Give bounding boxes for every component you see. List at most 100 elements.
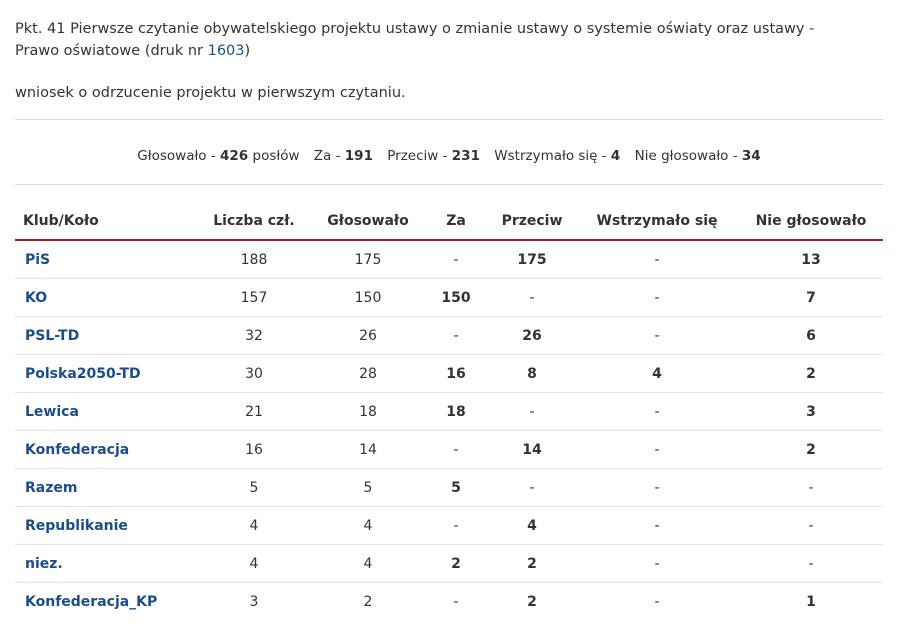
members-count: 32 — [195, 316, 313, 355]
za-count: - — [453, 593, 459, 610]
members-count: 30 — [195, 354, 313, 393]
club-name[interactable]: Konfederacja_KP — [15, 583, 195, 621]
za-count: - — [423, 316, 489, 355]
wstrzymalo-count: - — [575, 392, 739, 431]
divider — [15, 184, 883, 185]
club-name[interactable]: PiS — [15, 240, 195, 279]
za-count: 18 — [423, 392, 489, 431]
przeciw-count: 2 — [489, 544, 575, 583]
members-count: 16 — [195, 430, 313, 469]
wstrzymalo-count: - — [654, 593, 660, 610]
table-row: Polska2050-TD 30 28 16 8 4 2 — [15, 354, 883, 393]
za-count: - — [423, 430, 489, 469]
nie-glosowalo-count: 3 — [739, 392, 883, 431]
table-header-row: Klub/Koło Liczba czł. Głosowało Za Przec… — [15, 203, 883, 241]
col-header-za[interactable]: Za — [423, 203, 489, 241]
table-row: niez. 4 4 2 2- - — [15, 544, 883, 583]
nie-glosowalo-count: 2 — [739, 430, 883, 469]
table-row: PiS 188 175-175-13 — [15, 240, 883, 279]
agenda-item-title: Pkt. 41 Pierwsze czytanie obywatelskiego… — [15, 18, 835, 62]
club-name[interactable]: Republikanie — [15, 506, 195, 545]
table-row: KO 157 150 150- -7 — [15, 278, 883, 317]
table-row: PSL-TD 32 26-26-6 — [15, 316, 883, 355]
nie-glosowalo-count: - — [739, 506, 883, 545]
col-header-przeciw[interactable]: Przeciw — [489, 203, 575, 241]
club-results-table: Klub/Koło Liczba czł. Głosowało Za Przec… — [15, 203, 883, 620]
przeciw-count: - — [489, 468, 575, 507]
table-row: Konfederacja 16 14-14-2 — [15, 430, 883, 469]
wstrzymalo-count: 4 — [575, 354, 739, 393]
voted-count: 5 — [313, 468, 423, 507]
druk-link[interactable]: 1603 — [208, 43, 245, 59]
members-count: 157 — [195, 278, 313, 317]
table-row: Lewica 21 18 18- -3 — [15, 392, 883, 431]
nie-glosowalo-count: 2 — [739, 354, 883, 393]
members-count: 5 — [195, 468, 313, 507]
voted-count: 150 — [313, 278, 423, 317]
club-name[interactable]: Razem — [15, 468, 195, 507]
wstrzymalo-count: - — [575, 506, 739, 545]
nie-glosowalo-count: 1 — [806, 593, 816, 610]
wstrzymalo-count: - — [575, 316, 739, 355]
przeciw-count: 14 — [489, 430, 575, 469]
vote-summary: Głosowało - 426 posłów Za - 191 Przeciw … — [15, 148, 883, 168]
wstrzymalo-count: - — [575, 278, 739, 317]
col-header-club[interactable]: Klub/Koło — [15, 203, 195, 241]
club-name[interactable]: niez. — [15, 544, 195, 583]
agenda-item-title-suffix: ) — [244, 43, 251, 59]
nie-glosowalo-count: - — [739, 544, 883, 583]
nie-glosowalo-count: 7 — [739, 278, 883, 317]
summary-wstrzymalo: Wstrzymało się - 4 — [494, 148, 621, 164]
nie-glosowalo-count: - — [739, 468, 883, 507]
voted-count: 28 — [313, 354, 423, 393]
table-row: Republikanie 4 4-4- - — [15, 506, 883, 545]
przeciw-count: 26 — [489, 316, 575, 355]
members-count: 4 — [195, 544, 313, 583]
wstrzymalo-count: - — [575, 240, 739, 279]
summary-za: Za - 191 — [313, 148, 373, 164]
przeciw-count: - — [489, 392, 575, 431]
members-count: 4 — [195, 506, 313, 545]
za-count: - — [423, 506, 489, 545]
voted-count: 18 — [313, 392, 423, 431]
club-name[interactable]: Konfederacja — [15, 430, 195, 469]
members-count: 3 — [249, 593, 259, 610]
voted-count: 4 — [313, 544, 423, 583]
summary-voted: Głosowało - 426 posłów — [137, 148, 300, 164]
wstrzymalo-count: - — [575, 468, 739, 507]
wstrzymalo-count: - — [575, 544, 739, 583]
voted-count: 14 — [313, 430, 423, 469]
col-header-wstrzymalo[interactable]: Wstrzymało się — [575, 203, 739, 241]
motion-text: wniosek o odrzucenie projektu w pierwszy… — [15, 85, 406, 101]
voting-result-page: Pkt. 41 Pierwsze czytanie obywatelskiego… — [15, 0, 883, 620]
przeciw-count: 8 — [489, 354, 575, 393]
summary-nie-glosowalo: Nie głosowało - 34 — [634, 148, 761, 164]
table-row: Konfederacja_KP 3 2 - 2 - 1 — [15, 583, 883, 621]
members-count: 188 — [195, 240, 313, 279]
za-count: 150 — [423, 278, 489, 317]
przeciw-count: 4 — [489, 506, 575, 545]
nie-glosowalo-count: 6 — [739, 316, 883, 355]
members-count: 21 — [195, 392, 313, 431]
przeciw-count: - — [489, 278, 575, 317]
voted-count: 175 — [313, 240, 423, 279]
przeciw-count: 2 — [527, 593, 537, 610]
club-name[interactable]: KO — [15, 278, 195, 317]
wstrzymalo-count: - — [575, 430, 739, 469]
za-count: 16 — [423, 354, 489, 393]
club-name[interactable]: Polska2050-TD — [15, 354, 195, 393]
za-count: - — [423, 240, 489, 279]
club-name[interactable]: PSL-TD — [15, 316, 195, 355]
col-header-voted[interactable]: Głosowało — [313, 203, 423, 241]
club-name[interactable]: Lewica — [15, 392, 195, 431]
voted-count: 4 — [313, 506, 423, 545]
voted-count: 26 — [313, 316, 423, 355]
nie-glosowalo-count: 13 — [739, 240, 883, 279]
przeciw-count: 175 — [489, 240, 575, 279]
col-header-members[interactable]: Liczba czł. — [195, 203, 313, 241]
col-header-nie-glosowalo[interactable]: Nie głosowało — [739, 203, 883, 241]
voted-count: 2 — [363, 593, 373, 610]
za-count: 5 — [423, 468, 489, 507]
divider — [15, 119, 883, 120]
table-row: Razem 5 5 5- - - — [15, 468, 883, 507]
